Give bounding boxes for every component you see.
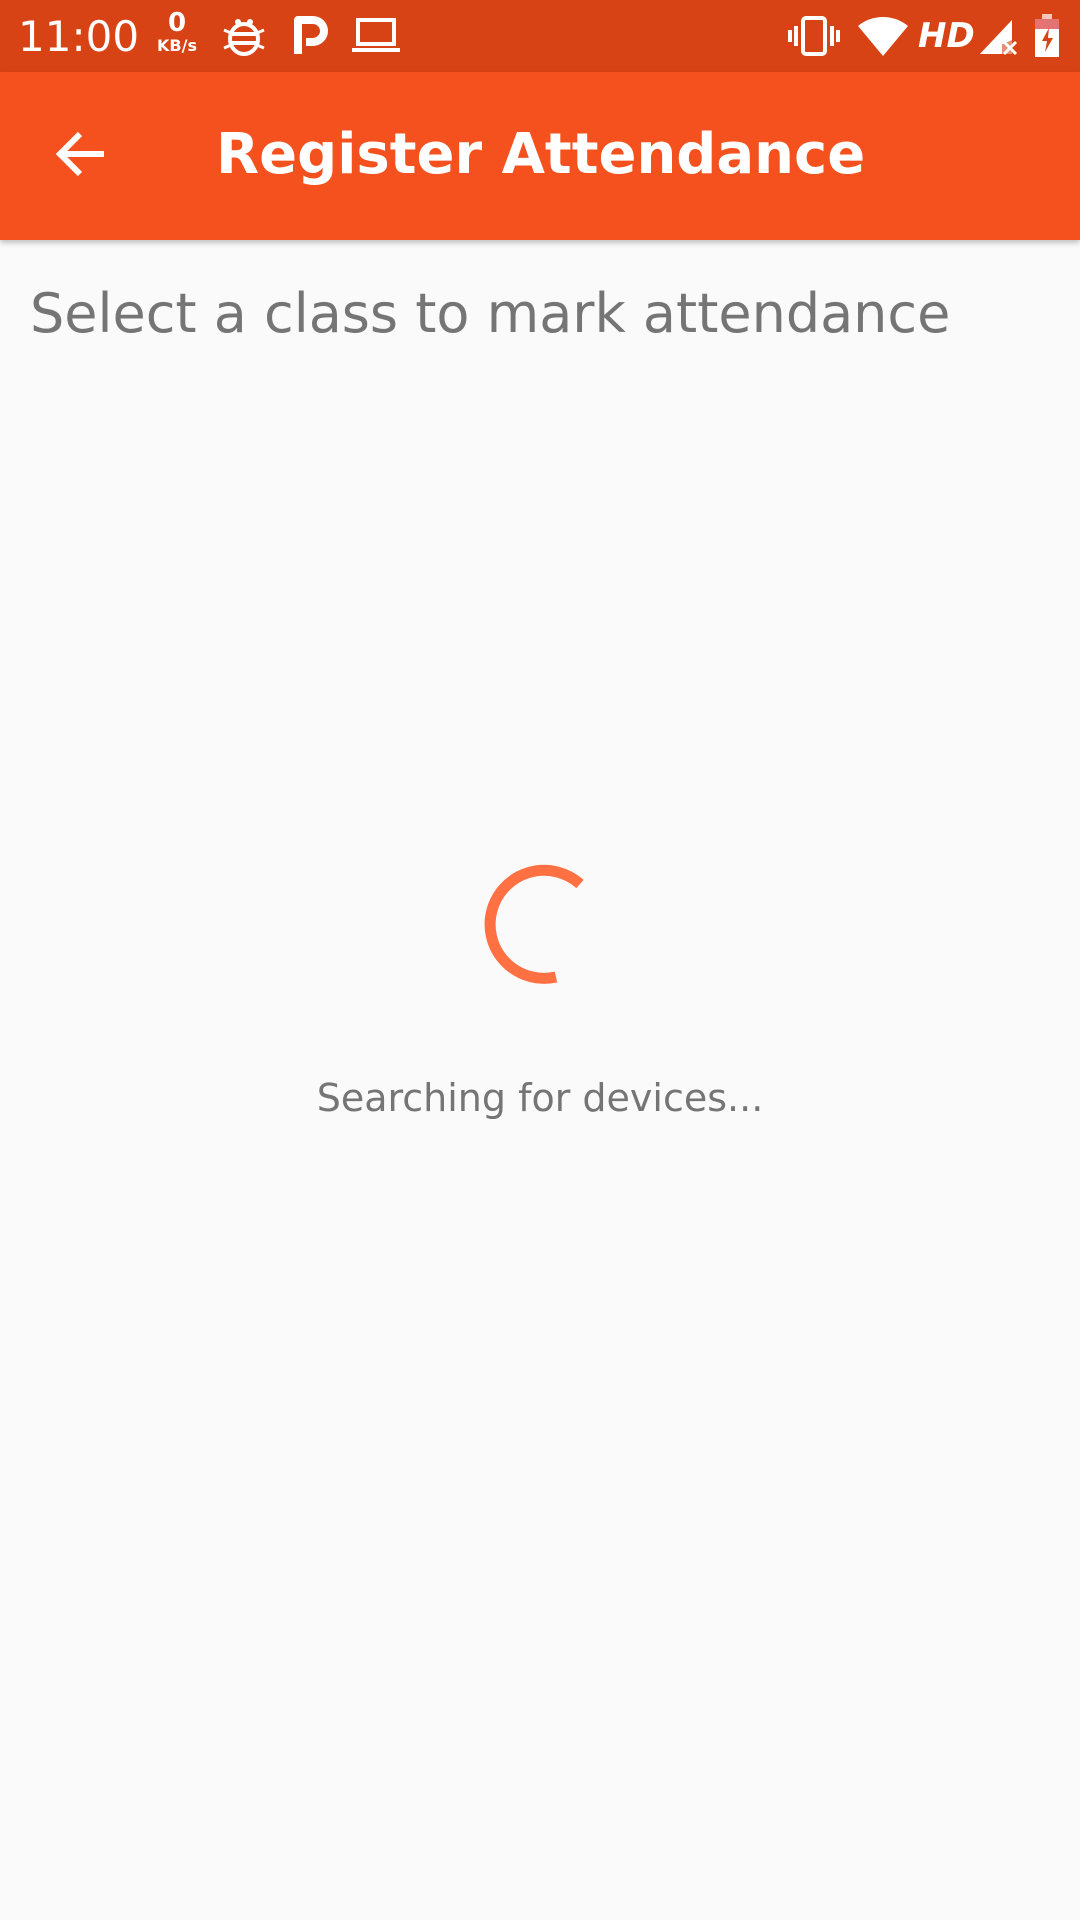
arrow-back-icon	[54, 130, 106, 182]
wifi-icon	[858, 14, 908, 58]
searching-status-text: Searching for devices...	[316, 1076, 764, 1120]
network-speed: 0 KB/s	[152, 10, 202, 54]
battery-charging-icon	[1034, 14, 1060, 58]
bug-report-icon	[222, 14, 266, 58]
instruction-text: Select a class to mark attendance	[30, 282, 951, 345]
vibrate-icon	[788, 14, 840, 58]
network-speed-unit: KB/s	[157, 36, 197, 55]
loading-spinner	[474, 860, 606, 992]
app-bar: Register Attendance	[0, 72, 1080, 240]
status-time: 11:00	[18, 12, 140, 61]
page-title: Register Attendance	[216, 122, 866, 187]
network-speed-value: 0	[167, 8, 187, 38]
p-app-icon	[292, 14, 328, 58]
back-button[interactable]	[40, 116, 120, 196]
signal-no-service-icon	[978, 14, 1018, 58]
status-bar: 11:00 0 KB/s HD	[0, 0, 1080, 72]
network-type-label: HD	[918, 16, 975, 56]
screen: 11:00 0 KB/s HD Register Attendance Sele…	[0, 0, 1080, 1920]
laptop-icon	[352, 14, 400, 58]
